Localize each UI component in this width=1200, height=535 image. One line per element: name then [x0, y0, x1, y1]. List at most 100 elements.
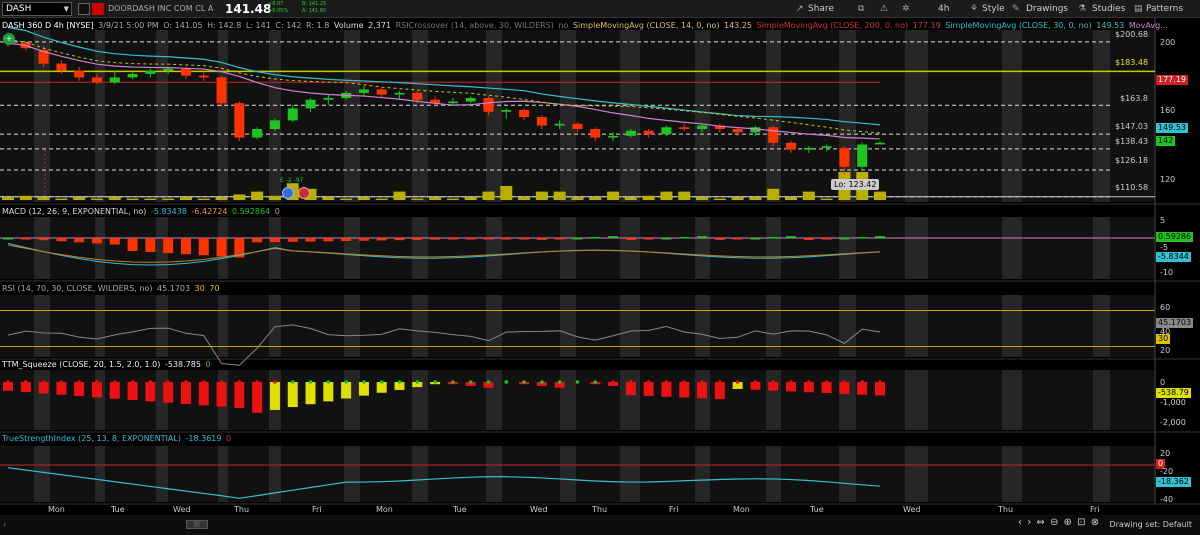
volume-bar — [268, 195, 281, 200]
panel-background — [0, 30, 1155, 202]
bar-datetime: 3/9/21 5:00 PM — [98, 21, 159, 30]
zoom-in-icon[interactable]: ⊕ — [1064, 517, 1073, 528]
ttm-histogram-bar — [252, 382, 263, 413]
ttm-legend: TTM_Squeeze (CLOSE, 20, 1.5, 2.0, 1.0) -… — [2, 359, 213, 370]
session-band — [766, 370, 781, 430]
session-band — [1093, 295, 1110, 357]
ohlc-range: R: 1.8 — [306, 21, 330, 30]
session-band — [905, 217, 928, 279]
sma200-price-tag: 177.19 — [1156, 75, 1188, 85]
session-band — [839, 217, 856, 279]
session-band — [905, 370, 928, 430]
volume-value: 2,371 — [368, 21, 392, 30]
macd-histogram-bar — [305, 238, 316, 242]
candle-body — [252, 129, 263, 138]
scroll-left-icon[interactable]: ‹ — [3, 520, 6, 529]
volume-bar — [251, 191, 264, 200]
session-band — [620, 217, 640, 279]
panel-background — [0, 217, 1155, 279]
volume-bar — [393, 191, 406, 200]
macd-axis-neg10: -10 — [1160, 268, 1174, 277]
nav-right-icon[interactable]: › — [1027, 517, 1032, 528]
share-button[interactable]: Share — [808, 2, 834, 16]
macd-histogram-bar — [287, 238, 298, 242]
drawings-button[interactable]: Drawings — [1026, 2, 1068, 16]
session-band — [486, 446, 502, 502]
session-band — [766, 446, 781, 502]
company-name: DOORDASH INC COM CL A — [108, 4, 214, 13]
share-icon[interactable]: ↗ — [796, 2, 804, 16]
ttm-histogram-bar — [56, 382, 67, 395]
macd-histogram-bar — [786, 236, 797, 238]
x-axis-label: Fri — [312, 505, 322, 514]
ttm-squeeze-dot — [112, 380, 117, 384]
session-band — [95, 217, 105, 279]
macd-histogram-bar — [572, 238, 583, 240]
ttm-squeeze-dot — [326, 380, 331, 384]
zoom-out-icon[interactable]: ⊖ — [1050, 517, 1059, 528]
tsi-axis-neg20: -20 — [1160, 467, 1174, 476]
scrollbar-handle[interactable]: ||| — [186, 520, 208, 529]
ttm-squeeze-dot — [735, 380, 740, 384]
x-axis-label: Thu — [592, 505, 608, 514]
session-band — [1002, 446, 1022, 502]
ttm-squeeze-dot — [255, 380, 259, 384]
style-button[interactable]: Style — [982, 2, 1005, 16]
candle-body — [56, 63, 67, 71]
ttm-histogram-bar — [91, 382, 102, 398]
settings-icon[interactable]: ✲ — [902, 2, 910, 16]
earnings-icon[interactable] — [282, 187, 294, 199]
level-label-163: $163.8 — [1120, 94, 1148, 103]
chart-canvas[interactable] — [0, 18, 1200, 535]
macd-histogram-bar — [679, 237, 690, 239]
studies-button[interactable]: Studies — [1092, 2, 1125, 16]
axis-tick-200: 200 — [1160, 38, 1176, 47]
sma30-price-tag: 149.53 — [1156, 123, 1188, 133]
studies-icon[interactable]: ⚗ — [1078, 2, 1086, 16]
chevron-down-icon[interactable]: ▼ — [64, 3, 69, 15]
ttm-squeeze-dot — [629, 380, 633, 384]
patterns-icon[interactable]: ▤ — [1134, 2, 1143, 16]
drawings-icon[interactable]: ✎ — [1012, 2, 1020, 16]
copy-icon[interactable]: ⧉ — [858, 2, 864, 16]
macd-histogram-bar — [252, 238, 263, 243]
ttm-value-tag: -538.79 — [1156, 388, 1191, 398]
session-band — [1093, 446, 1110, 502]
volume-bar — [55, 198, 68, 200]
session-band — [1002, 217, 1022, 279]
drawing-set-label[interactable]: Drawing set: Default — [1109, 520, 1192, 529]
macd-histogram-bar — [38, 238, 49, 241]
ttm-squeeze-dot — [682, 380, 687, 384]
session-band — [34, 370, 50, 430]
candle-body — [74, 70, 85, 78]
candle-body — [305, 99, 316, 109]
macd-histogram-bar — [554, 238, 565, 240]
color-square-icon[interactable] — [92, 3, 104, 15]
ttm-histogram-bar — [163, 382, 174, 403]
nav-left-icon[interactable]: ‹ — [1018, 517, 1023, 528]
ttm-axis-neg1000: -1,000 — [1160, 398, 1186, 407]
candle-body — [768, 127, 779, 143]
alert-icon[interactable]: ⚠ — [880, 2, 888, 16]
macd-histogram-bar — [875, 236, 885, 238]
symbol-input[interactable]: DASH ▼ — [2, 2, 72, 16]
session-band — [695, 30, 710, 202]
crosshair-icon[interactable]: ⊗ — [1091, 517, 1100, 528]
macd-histogram-bar — [447, 238, 458, 240]
zoom-icon[interactable]: + — [3, 33, 15, 45]
ttm-value: -538.785 — [164, 360, 201, 369]
session-band — [620, 446, 640, 502]
dividend-icon[interactable] — [298, 187, 310, 199]
pan-icon[interactable]: ⇔ — [1036, 517, 1045, 528]
zoom-fit-icon[interactable]: ⊡ — [1077, 517, 1086, 528]
volume-bar — [322, 197, 335, 200]
patterns-button[interactable]: Patterns — [1146, 2, 1183, 16]
session-band — [486, 295, 502, 357]
sma14-label: SimpleMovingAvg (CLOSE, 14, 0, no) — [572, 21, 720, 30]
link-square-icon[interactable] — [78, 3, 90, 15]
ttm-squeeze-dot — [451, 380, 455, 384]
session-band — [1002, 370, 1022, 430]
style-icon[interactable]: ⚘ — [970, 2, 978, 16]
timeframe-button[interactable]: 4h — [938, 2, 949, 16]
session-band — [412, 295, 428, 357]
